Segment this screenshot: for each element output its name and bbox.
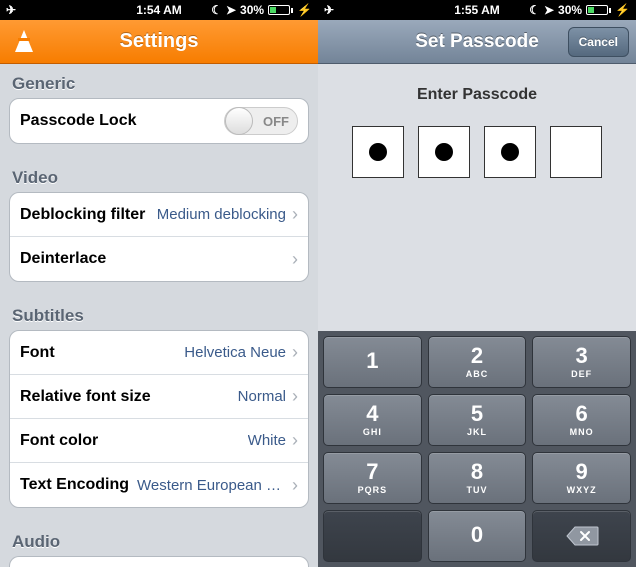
status-bar: ✈ 1:55 AM ☾ ➤ 30% ⚡ [318, 0, 636, 20]
font-row[interactable]: Font Helvetica Neue › [10, 331, 308, 375]
passcode-lock-toggle[interactable]: OFF [224, 107, 298, 135]
passcode-digit-4 [550, 126, 602, 178]
section-audio-header: Audio [0, 522, 318, 556]
font-color-row[interactable]: Font color White › [10, 419, 308, 463]
toggle-knob [225, 107, 253, 135]
key-6[interactable]: 6MNO [532, 394, 631, 446]
section-video: Deblocking filter Medium deblocking › De… [9, 192, 309, 282]
status-bar: ✈ 1:54 AM ☾ ➤ 30% ⚡ [0, 0, 318, 20]
font-label: Font [20, 344, 55, 362]
status-time: 1:55 AM [454, 3, 500, 17]
text-encoding-row[interactable]: Text Encoding Western European (Win… › [10, 463, 308, 507]
moon-icon: ☾ [529, 3, 540, 17]
passcode-digit-3 [484, 126, 536, 178]
deinterlace-label: Deinterlace [20, 250, 106, 268]
chevron-right-icon: › [292, 475, 298, 496]
text-encoding-value: Western European (Win… [137, 477, 286, 494]
section-video-header: Video [0, 158, 318, 192]
numeric-keypad: 1 2ABC 3DEF 4GHI 5JKL 6MNO 7PQRS 8TUV 9W… [318, 331, 636, 567]
deblocking-row[interactable]: Deblocking filter Medium deblocking › [10, 193, 308, 237]
deinterlace-row[interactable]: Deinterlace › [10, 237, 308, 281]
nav-bar: Settings [0, 20, 318, 64]
nav-bar: Set Passcode Cancel [318, 20, 636, 64]
moon-icon: ☾ [211, 3, 222, 17]
text-encoding-label: Text Encoding [20, 476, 129, 494]
font-size-row[interactable]: Relative font size Normal › [10, 375, 308, 419]
settings-content[interactable]: Generic Passcode Lock OFF Video Deblocki… [0, 64, 318, 567]
section-generic: Passcode Lock OFF [9, 98, 309, 144]
key-9[interactable]: 9WXYZ [532, 452, 631, 504]
backspace-key[interactable] [532, 510, 631, 562]
backspace-icon [565, 525, 599, 547]
location-icon: ➤ [544, 3, 554, 17]
passcode-prompt: Enter Passcode [318, 86, 636, 104]
key-0[interactable]: 0 [428, 510, 527, 562]
battery-icon [586, 5, 611, 15]
font-value: Helvetica Neue [184, 344, 286, 361]
chevron-right-icon: › [292, 249, 298, 270]
vlc-cone-icon[interactable] [8, 26, 40, 58]
section-subtitles: Font Helvetica Neue › Relative font size… [9, 330, 309, 508]
key-5[interactable]: 5JKL [428, 394, 527, 446]
cancel-button[interactable]: Cancel [568, 27, 629, 57]
key-3[interactable]: 3DEF [532, 336, 631, 388]
passcode-dots [318, 126, 636, 178]
deblocking-label: Deblocking filter [20, 206, 145, 224]
passcode-digit-2 [418, 126, 470, 178]
key-8[interactable]: 8TUV [428, 452, 527, 504]
section-subtitles-header: Subtitles [0, 296, 318, 330]
nav-title: Set Passcode [415, 31, 539, 53]
status-time: 1:54 AM [136, 3, 182, 17]
section-audio [9, 556, 309, 567]
key-blank [323, 510, 422, 562]
toggle-state: OFF [263, 114, 289, 129]
font-color-value: White [248, 432, 286, 449]
location-icon: ➤ [226, 3, 236, 17]
key-7[interactable]: 7PQRS [323, 452, 422, 504]
key-2[interactable]: 2ABC [428, 336, 527, 388]
key-4[interactable]: 4GHI [323, 394, 422, 446]
passcode-lock-row: Passcode Lock OFF [10, 99, 308, 143]
font-color-label: Font color [20, 432, 98, 450]
nav-title: Settings [120, 30, 199, 53]
chevron-right-icon: › [292, 430, 298, 451]
settings-screen: ✈ 1:54 AM ☾ ➤ 30% ⚡ Settings Generic Pas… [0, 0, 318, 567]
battery-pct: 30% [558, 3, 582, 17]
charging-icon: ⚡ [615, 3, 630, 17]
battery-pct: 30% [240, 3, 264, 17]
passcode-content: Enter Passcode 1 2ABC 3DEF 4GHI 5JKL 6MN… [318, 64, 636, 567]
key-1[interactable]: 1 [323, 336, 422, 388]
font-size-label: Relative font size [20, 388, 151, 406]
chevron-right-icon: › [292, 342, 298, 363]
deblocking-value: Medium deblocking [157, 206, 286, 223]
passcode-screen: ✈ 1:55 AM ☾ ➤ 30% ⚡ Set Passcode Cancel … [318, 0, 636, 567]
battery-icon [268, 5, 293, 15]
chevron-right-icon: › [292, 204, 298, 225]
airplane-icon: ✈ [6, 3, 16, 17]
airplane-icon: ✈ [324, 3, 334, 17]
font-size-value: Normal [238, 388, 286, 405]
passcode-digit-1 [352, 126, 404, 178]
charging-icon: ⚡ [297, 3, 312, 17]
passcode-lock-label: Passcode Lock [20, 112, 137, 130]
chevron-right-icon: › [292, 386, 298, 407]
section-generic-header: Generic [0, 64, 318, 98]
